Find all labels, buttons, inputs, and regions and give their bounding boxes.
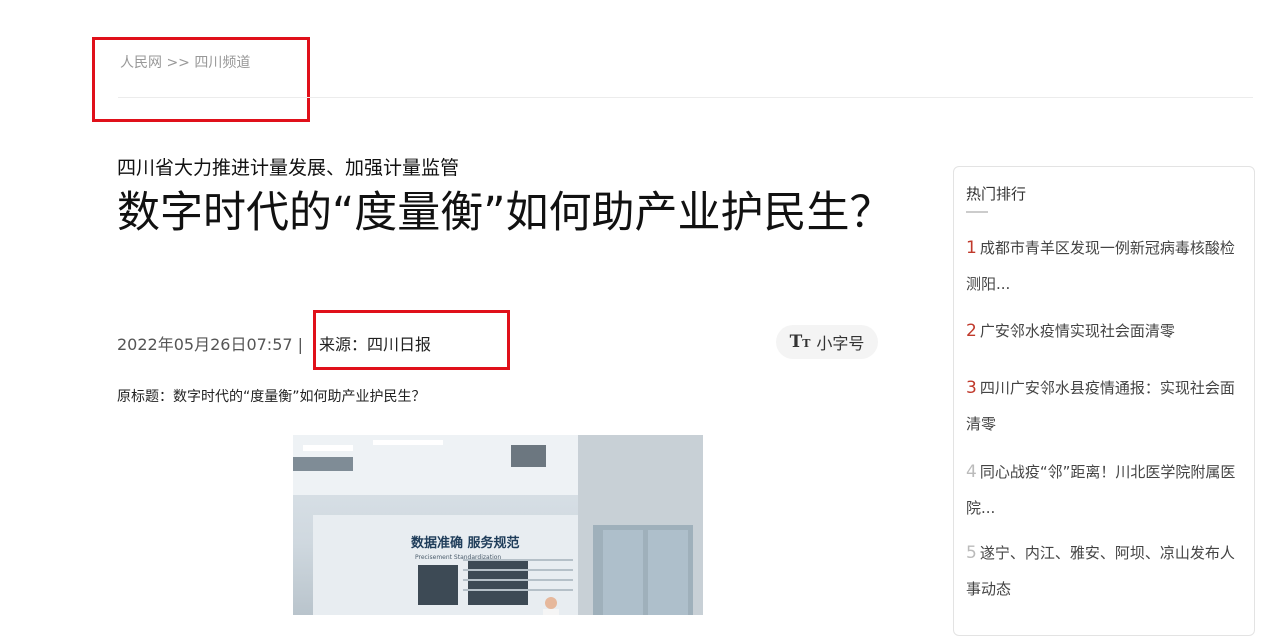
hot-ranking-panel: 热门排行 1 成都市青羊区发现一例新冠病毒核酸检测阳... 2 广安邻水疫情实现社会… xyxy=(953,166,1255,636)
hot-ranking-item[interactable]: 4 同心战疫“邻”距离！川北医学院附属医院... xyxy=(966,454,1241,526)
hot-ranking-item[interactable]: 5 遂宁、内江、雅安、阿坝、凉山发布人事动态 xyxy=(966,535,1241,607)
rank-number: 1 xyxy=(966,238,977,258)
rank-number: 5 xyxy=(966,543,977,563)
photo-sign-text: 数据准确 服务规范 xyxy=(411,535,520,551)
hot-ranking-title: 热门排行 xyxy=(966,185,1027,203)
office-hall-illustration: 数据准确 服务规范 Precisement Standardization xyxy=(293,435,703,615)
text-size-icon: TT xyxy=(789,332,811,352)
hot-ranking-link[interactable]: 四川广安邻水县疫情通报：实现社会面清零 xyxy=(966,379,1235,433)
hot-ranking-item[interactable]: 1 成都市青羊区发现一例新冠病毒核酸检测阳... xyxy=(966,230,1241,302)
original-title: 原标题：数字时代的“度量衡”如何助产业护民生？ xyxy=(117,389,426,405)
hot-ranking-item[interactable]: 2 广安邻水疫情实现社会面清零 xyxy=(966,313,1241,349)
rank-number: 4 xyxy=(966,462,977,482)
hot-ranking-item[interactable]: 3 四川广安邻水县疫情通报：实现社会面清零 xyxy=(966,370,1241,442)
hot-ranking-title-underline xyxy=(966,211,988,213)
photo-sign-subtext: Precisement Standardization xyxy=(415,554,501,561)
article-photo: 数据准确 服务规范 Precisement Standardization xyxy=(293,435,703,615)
meta-separator: | xyxy=(292,335,304,354)
rank-number: 2 xyxy=(966,321,977,341)
hot-ranking-link[interactable]: 广安邻水疫情实现社会面清零 xyxy=(980,322,1175,340)
hot-ranking-link[interactable]: 成都市青羊区发现一例新冠病毒核酸检测阳... xyxy=(966,239,1235,293)
rank-number: 3 xyxy=(966,378,977,398)
hot-ranking-link[interactable]: 遂宁、内江、雅安、阿坝、凉山发布人事动态 xyxy=(966,544,1235,598)
source-highlight-box xyxy=(313,310,510,370)
font-size-toggle-button[interactable]: TT 小字号 xyxy=(776,325,878,359)
breadcrumb-highlight-box xyxy=(92,37,310,122)
article-subtitle: 四川省大力推进计量发展、加强计量监管 xyxy=(117,157,460,179)
hot-ranking-link[interactable]: 同心战疫“邻”距离！川北医学院附属医院... xyxy=(966,463,1235,517)
article-meta: 2022年05月26日07:57 | xyxy=(117,331,303,355)
publish-datetime: 2022年05月26日07:57 xyxy=(117,335,293,354)
article-title: 数字时代的“度量衡”如何助产业护民生？ xyxy=(117,188,893,238)
header-divider xyxy=(118,97,1253,98)
font-size-label: 小字号 xyxy=(816,334,865,353)
